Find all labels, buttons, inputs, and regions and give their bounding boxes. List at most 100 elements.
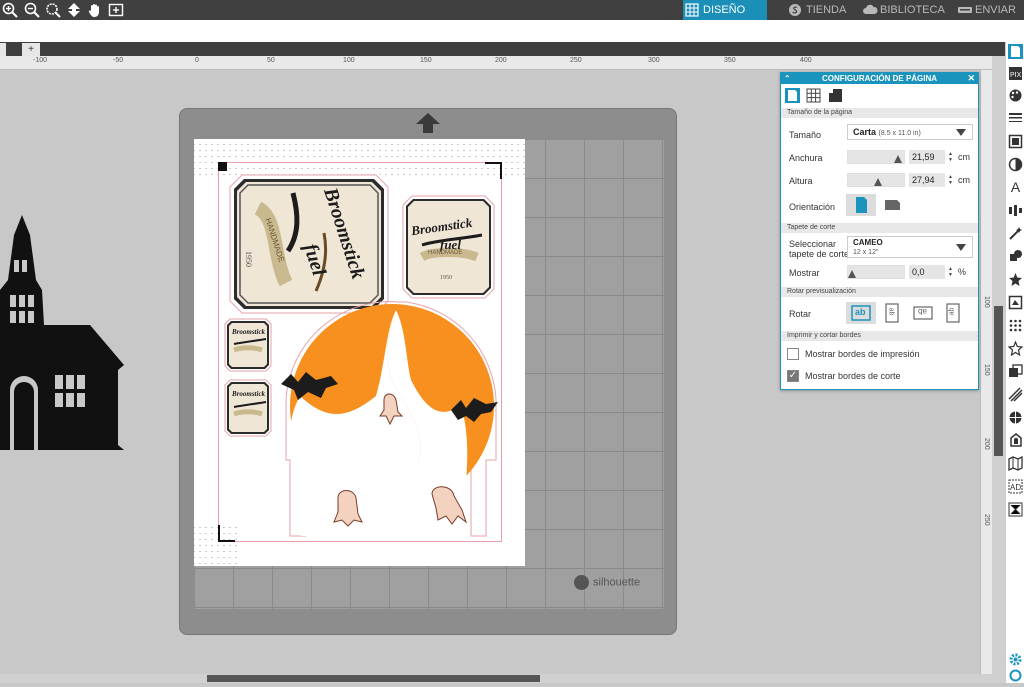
cloud-icon xyxy=(862,3,878,17)
replicate-icon[interactable] xyxy=(1008,364,1023,379)
fit-to-page-icon[interactable] xyxy=(108,2,124,18)
star-outline-icon[interactable] xyxy=(1007,340,1024,357)
ruler-label: 300 xyxy=(648,57,660,64)
brand-label: silhouette xyxy=(593,576,641,589)
broomstick-label-medium[interactable]: Broomstick fuel HANDMADE 1950 xyxy=(402,195,495,299)
ruler-label: 150 xyxy=(983,364,990,376)
show-mat-spinner[interactable]: ▲ ▼ xyxy=(948,266,954,278)
mat-value: CAMEO xyxy=(853,238,883,247)
slider-knob[interactable] xyxy=(874,178,882,186)
new-document-button[interactable]: + xyxy=(22,43,40,56)
palette-icon[interactable] xyxy=(1008,88,1023,103)
close-icon[interactable]: ✕ xyxy=(967,73,975,84)
zoom-in-icon[interactable] xyxy=(2,2,18,18)
orientation-label: Orientación xyxy=(789,202,836,212)
settings-gear-icon[interactable] xyxy=(1008,652,1023,667)
pixscan-icon[interactable]: PIX xyxy=(1008,66,1023,81)
offset-icon[interactable] xyxy=(1008,433,1023,448)
contrast-icon[interactable] xyxy=(1008,157,1023,172)
sync-icon[interactable] xyxy=(1008,668,1023,683)
star-shape-icon[interactable] xyxy=(1008,272,1023,287)
rotate-180-button[interactable]: ab xyxy=(908,302,938,324)
modify-icon[interactable] xyxy=(1008,249,1023,264)
document-tab[interactable] xyxy=(0,43,6,56)
collapse-chevron-icon[interactable]: ⌃ xyxy=(784,73,791,84)
ruler-label: 100 xyxy=(983,296,990,308)
slider-knob[interactable] xyxy=(894,155,902,163)
align-icon[interactable] xyxy=(1008,203,1023,218)
show-mat-slider[interactable] xyxy=(847,265,905,279)
panel-header: ⌃ CONFIGURACIÓN DE PÁGINA ✕ xyxy=(781,73,978,84)
width-slider[interactable] xyxy=(847,150,905,164)
zoom-out-icon[interactable] xyxy=(24,2,40,18)
tab-design[interactable]: DISEÑO xyxy=(683,0,767,20)
ruler-label: 200 xyxy=(495,57,507,64)
show-mat-input[interactable]: 0,0 xyxy=(909,265,945,279)
trace-icon[interactable] xyxy=(1008,295,1023,310)
rotate-0-button[interactable]: ab xyxy=(846,302,876,324)
svg-text:1950: 1950 xyxy=(244,251,253,267)
svg-text:PIX: PIX xyxy=(1010,72,1022,79)
page-size-dropdown[interactable]: Carta (8.5 x 11.0 in) xyxy=(847,124,973,140)
tab-send[interactable]: ENVIAR xyxy=(955,0,1016,20)
document-tab-bar: + xyxy=(0,42,1005,56)
cut-borders-checkbox[interactable]: ✓ xyxy=(787,370,799,382)
registration-marks-tab[interactable] xyxy=(828,88,843,103)
pan-hand-icon[interactable] xyxy=(87,2,103,18)
sketch-icon[interactable] xyxy=(1008,387,1023,402)
ruler-label: -50 xyxy=(113,57,124,64)
magic-wand-icon[interactable] xyxy=(1008,226,1023,241)
height-input[interactable]: 27,94 xyxy=(909,173,945,187)
vertical-scroll-thumb[interactable] xyxy=(994,306,1003,456)
tab-library[interactable]: BIBLIOTECA xyxy=(860,0,948,20)
height-slider[interactable] xyxy=(847,173,905,187)
haunted-house-shape[interactable] xyxy=(0,215,128,450)
slider-knob[interactable] xyxy=(848,270,856,278)
nesting-icon[interactable] xyxy=(1008,410,1023,425)
grid-tab[interactable] xyxy=(806,88,821,103)
horizontal-scrollbar[interactable] xyxy=(0,674,1005,683)
vertical-scrollbar[interactable] xyxy=(992,56,1005,674)
ruler-label: 250 xyxy=(570,57,582,64)
tab-design-label: DISEÑO xyxy=(703,4,746,16)
tab-store[interactable]: TIENDA xyxy=(786,0,856,20)
select-mat-label: Seleccionar xyxy=(789,239,837,249)
registration-mark xyxy=(218,525,235,542)
show-mat-unit: % xyxy=(958,267,967,277)
move-down-icon[interactable] xyxy=(66,2,82,18)
broomstick-label-large[interactable]: 1950 Broomstick fuel HANDMADE xyxy=(228,173,390,315)
print-borders-checkbox[interactable] xyxy=(787,348,799,360)
section-page-size: Tamaño de la página xyxy=(781,108,978,118)
cutter-icon xyxy=(957,3,972,17)
height-unit: cm xyxy=(958,175,970,185)
broomstick-label-small[interactable]: Broomstick xyxy=(224,318,272,372)
cut-mat-dropdown[interactable]: CAMEO 12 x 12" xyxy=(847,236,973,258)
label-year: 1950 xyxy=(440,275,452,281)
text-icon[interactable]: A xyxy=(1008,180,1023,195)
svg-text:AD: AD xyxy=(1010,483,1021,492)
page-setup-icon[interactable] xyxy=(1008,44,1023,59)
design-library-icon[interactable] xyxy=(1008,502,1023,517)
font-library-icon[interactable]: AD xyxy=(1008,479,1023,494)
map-icon[interactable] xyxy=(1008,455,1023,472)
page-tab[interactable] xyxy=(785,88,800,103)
rotate-90-button[interactable]: ab xyxy=(878,302,908,324)
width-spinner[interactable]: ▲ ▼ xyxy=(948,151,954,163)
broomstick-label-small[interactable]: Broomstick xyxy=(224,379,272,437)
height-spinner[interactable]: ▲ ▼ xyxy=(948,174,954,186)
rotate-270-button[interactable]: ab xyxy=(938,302,968,324)
moon-ghosts-design[interactable] xyxy=(276,300,504,540)
height-label: Altura xyxy=(789,176,813,186)
width-input[interactable]: 21,59 xyxy=(909,150,945,164)
landscape-orientation-button[interactable] xyxy=(878,194,908,216)
label-title: Broomstick xyxy=(232,328,266,336)
chevron-down-icon xyxy=(956,129,966,136)
dots-icon[interactable] xyxy=(1008,318,1023,333)
chevron-down-icon xyxy=(956,244,966,251)
portrait-orientation-button[interactable] xyxy=(846,194,876,216)
vertical-ruler: 50 100 150 200 250 xyxy=(980,70,992,674)
line-style-icon[interactable] xyxy=(1008,110,1023,125)
zoom-select-icon[interactable] xyxy=(45,2,61,18)
fill-pattern-icon[interactable] xyxy=(1008,134,1023,149)
horizontal-scroll-thumb[interactable] xyxy=(207,675,540,682)
